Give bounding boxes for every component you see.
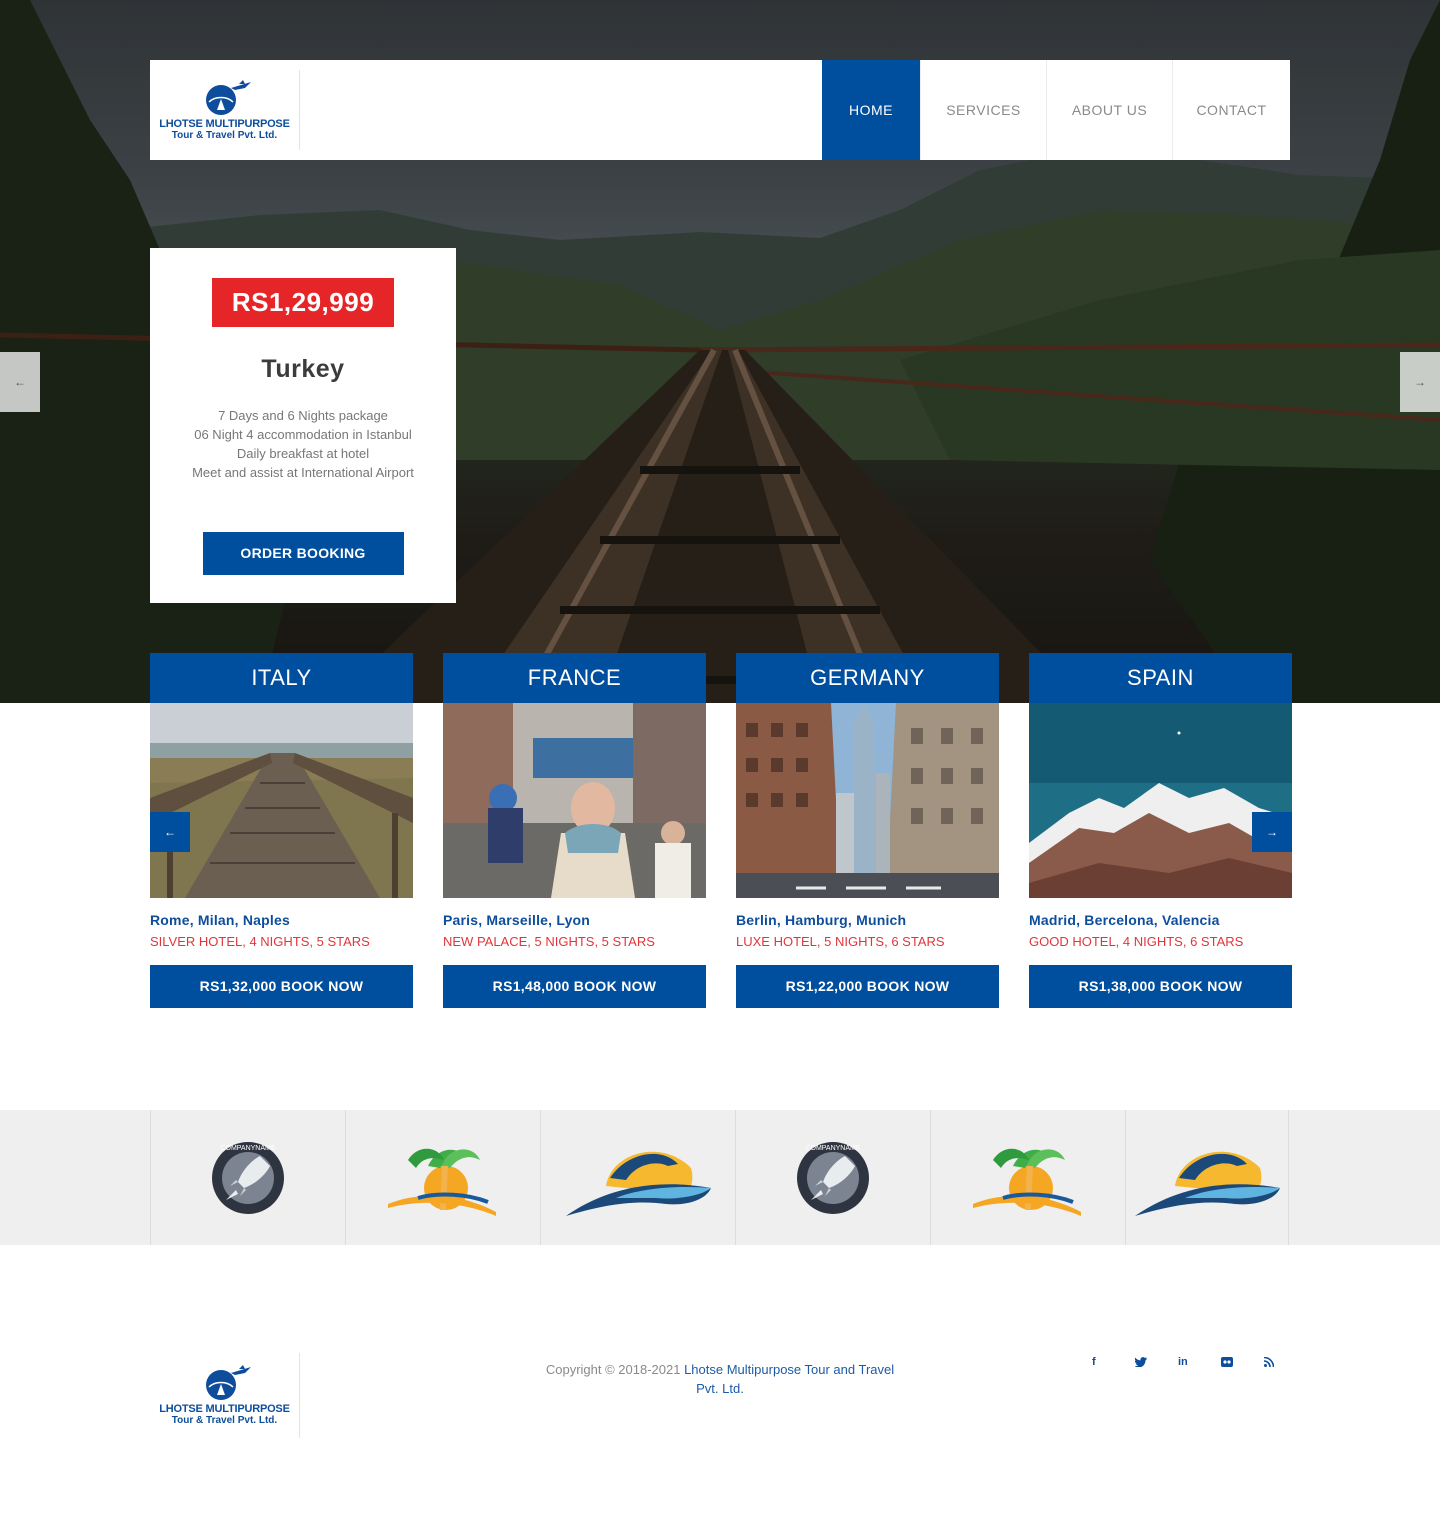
destination-country: GERMANY xyxy=(736,653,999,703)
badge-text: COMPANYNAME xyxy=(220,1145,275,1152)
partner-logo-row: COMPANYNAME COMPANYNAME xyxy=(150,1110,1289,1245)
package-feature: 06 Night 4 accommodation in Istanbul xyxy=(194,427,412,442)
destination-card-france: FRANCE Paris, Marseille, Lyon NEW PALACE… xyxy=(443,653,706,1008)
copyright-prefix: Copyright © 2018-2021 xyxy=(545,1362,685,1377)
package-feature: Meet and assist at International Airport xyxy=(192,465,414,480)
carousel-prev-arrow[interactable]: ← xyxy=(150,812,190,852)
destination-hotel: GOOD HOTEL, 4 NIGHTS, 6 STARS xyxy=(1029,934,1244,949)
nav-item-about-us[interactable]: ABOUT US xyxy=(1046,60,1172,160)
package-title: Turkey xyxy=(261,355,345,383)
destination-image-city xyxy=(736,703,999,898)
nav-item-contact[interactable]: CONTACT xyxy=(1172,60,1290,160)
partner-logo[interactable] xyxy=(1126,1110,1289,1245)
partner-logo[interactable] xyxy=(541,1110,736,1245)
badge-text: COMPANYNAME xyxy=(805,1145,860,1152)
globe-plane-icon xyxy=(205,1365,251,1400)
flickr-icon[interactable] xyxy=(1219,1352,1262,1372)
featured-package-card: RS1,29,999 Turkey 7 Days and 6 Nights pa… xyxy=(150,248,456,603)
site-header: LHOTSE MULTIPURPOSE Tour & Travel Pvt. L… xyxy=(150,60,1290,160)
package-feature: 7 Days and 6 Nights package xyxy=(218,408,388,423)
footer-logo[interactable]: LHOTSE MULTIPURPOSE Tour & Travel Pvt. L… xyxy=(150,1353,300,1438)
twitter-icon[interactable] xyxy=(1133,1352,1176,1372)
destination-image-street xyxy=(443,703,706,898)
logo-name-line1: LHOTSE MULTIPURPOSE xyxy=(159,1403,290,1415)
nav-item-home[interactable]: HOME xyxy=(822,60,920,160)
facebook-icon[interactable]: f xyxy=(1090,1352,1133,1372)
hero-next-arrow[interactable]: → xyxy=(1400,352,1440,412)
destination-country: ITALY xyxy=(150,653,413,703)
destination-cities: Paris, Marseille, Lyon xyxy=(443,912,591,928)
book-now-button[interactable]: RS1,38,000 BOOK NOW xyxy=(1029,965,1292,1008)
company-link[interactable]: Lhotse Multipurpose Tour and Travel Pvt.… xyxy=(684,1362,894,1396)
partner-logo[interactable]: COMPANYNAME xyxy=(736,1110,931,1245)
rss-icon[interactable] xyxy=(1262,1352,1305,1372)
destination-hotel: NEW PALACE, 5 NIGHTS, 5 STARS xyxy=(443,934,655,949)
rocket-badge-logo: COMPANYNAME xyxy=(212,1141,284,1214)
partner-logo[interactable]: COMPANYNAME xyxy=(151,1110,346,1245)
hero-prev-arrow[interactable]: ← xyxy=(0,352,40,412)
destination-image-mountains xyxy=(1029,703,1292,898)
nav-item-services[interactable]: SERVICES xyxy=(920,60,1046,160)
social-links: f in xyxy=(1090,1352,1305,1372)
dolphin-wave-logo xyxy=(565,1151,711,1216)
destination-country: SPAIN xyxy=(1029,653,1292,703)
partner-logo[interactable] xyxy=(346,1110,541,1245)
copyright-text: Copyright © 2018-2021 Lhotse Multipurpos… xyxy=(540,1360,900,1398)
destination-country: FRANCE xyxy=(443,653,706,703)
carousel-next-arrow[interactable]: → xyxy=(1252,812,1292,852)
book-now-button[interactable]: RS1,48,000 BOOK NOW xyxy=(443,965,706,1008)
package-features: 7 Days and 6 Nights package 06 Night 4 a… xyxy=(150,406,456,482)
destination-cities: Madrid, Bercelona, Valencia xyxy=(1029,912,1220,928)
package-feature: Daily breakfast at hotel xyxy=(236,446,370,461)
logo-name-line2: Tour & Travel Pvt. Ltd. xyxy=(171,129,278,141)
book-now-button[interactable]: RS1,32,000 BOOK NOW xyxy=(150,965,413,1008)
package-price-badge: RS1,29,999 xyxy=(211,278,395,327)
logo-name-line2: Tour & Travel Pvt. Ltd. xyxy=(171,1415,278,1426)
destination-cities: Rome, Milan, Naples xyxy=(150,912,290,928)
book-now-button[interactable]: RS1,22,000 BOOK NOW xyxy=(736,965,999,1008)
linkedin-icon[interactable]: in xyxy=(1176,1352,1219,1372)
logo-name-line1: LHOTSE MULTIPURPOSE xyxy=(159,117,290,130)
order-booking-button[interactable]: ORDER BOOKING xyxy=(202,532,404,575)
destination-cities: Berlin, Hamburg, Munich xyxy=(736,912,907,928)
partners-strip: COMPANYNAME COMPANYNAME xyxy=(0,1110,1440,1245)
palm-island-logo xyxy=(973,1148,1081,1216)
destination-image-boardwalk xyxy=(150,703,413,898)
dolphin-wave-logo xyxy=(1134,1151,1280,1216)
destination-hotel: SILVER HOTEL, 4 NIGHTS, 5 STARS xyxy=(150,934,370,949)
site-logo[interactable]: LHOTSE MULTIPURPOSE Tour & Travel Pvt. L… xyxy=(150,70,300,150)
destination-hotel: LUXE HOTEL, 5 NIGHTS, 6 STARS xyxy=(736,934,945,949)
palm-island-logo xyxy=(388,1148,496,1216)
main-nav: HOME SERVICES ABOUT US CONTACT xyxy=(822,60,1290,160)
partner-logo[interactable] xyxy=(931,1110,1126,1245)
globe-plane-icon xyxy=(205,79,251,115)
rocket-badge-logo: COMPANYNAME xyxy=(797,1141,869,1214)
destination-card-germany: GERMANY Berlin, Hamburg, Munich LUXE HOT… xyxy=(736,653,999,1008)
